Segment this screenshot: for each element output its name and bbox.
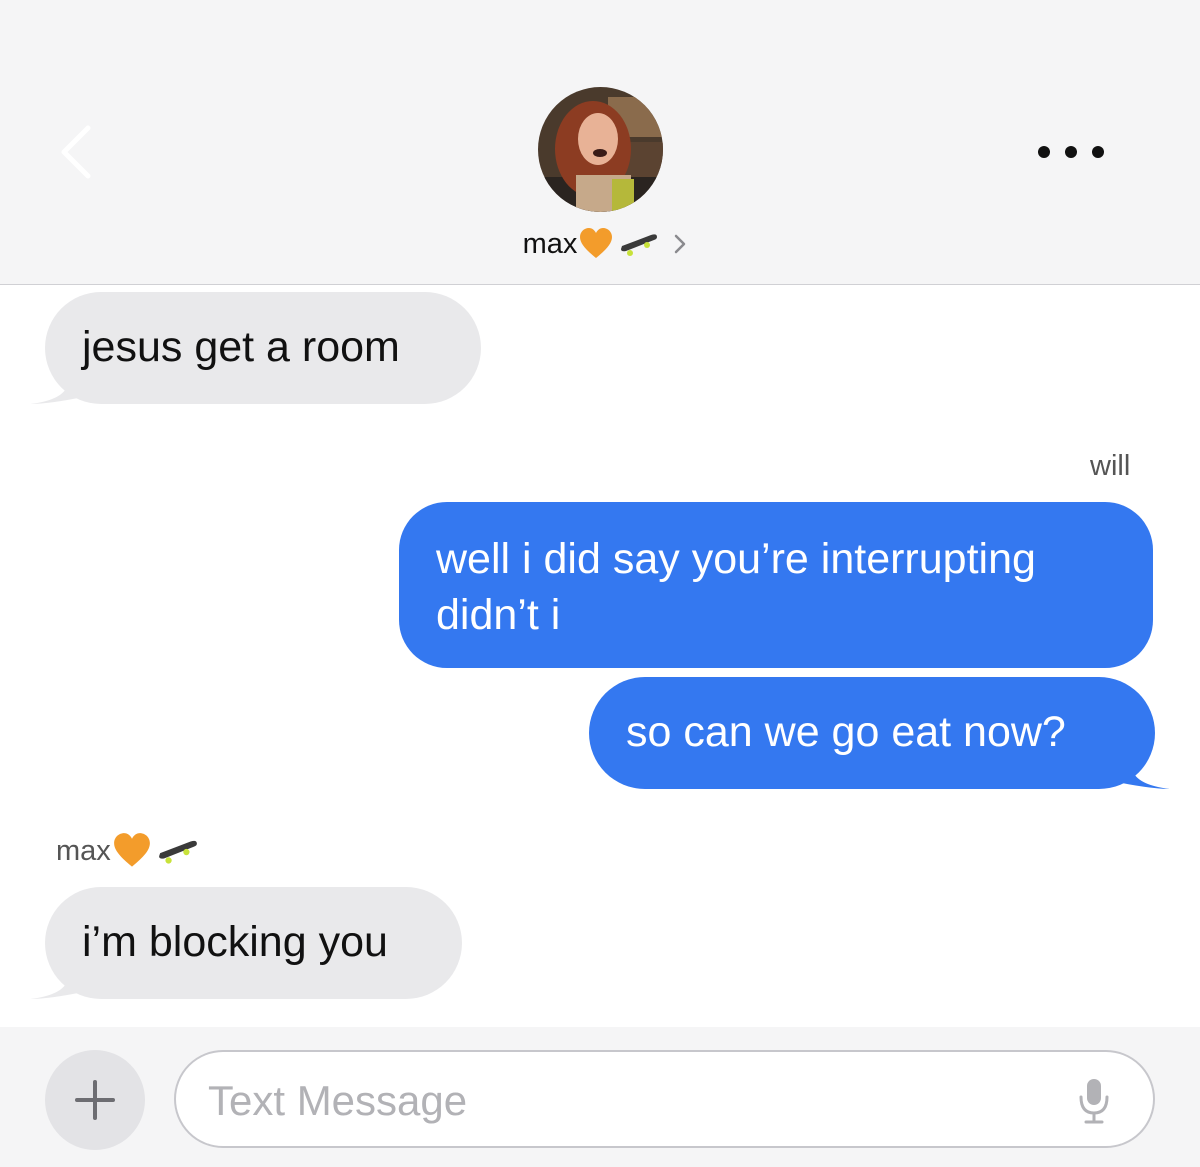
- message-bubble-outgoing[interactable]: so can we go eat now?: [589, 677, 1155, 789]
- message-text: jesus get a room: [82, 323, 400, 371]
- plus-icon[interactable]: [45, 1050, 145, 1150]
- contact-avatar[interactable]: [538, 87, 663, 212]
- back-chevron-icon[interactable]: [58, 124, 114, 180]
- contact-name: max: [522, 227, 578, 260]
- microphone-icon[interactable]: [1076, 1077, 1112, 1125]
- message-bubble-incoming[interactable]: jesus get a room: [45, 292, 481, 404]
- orange-heart-icon: [580, 228, 613, 258]
- contact-title[interactable]: max: [0, 224, 1200, 264]
- more-icon[interactable]: [1038, 140, 1104, 164]
- message-text: so can we go eat now?: [626, 708, 1066, 756]
- message-text: well i did say you’re interrupting didn’…: [436, 535, 1036, 639]
- skateboard-icon: [621, 234, 658, 256]
- message-input-field[interactable]: [174, 1050, 1155, 1148]
- message-bubble-outgoing[interactable]: well i did say you’re interrupting didn’…: [399, 502, 1153, 668]
- sender-label: will: [1090, 450, 1131, 482]
- message-text: i’m blocking you: [82, 918, 388, 966]
- skateboard-icon: [158, 840, 197, 864]
- conversation-header: max: [0, 0, 1200, 285]
- message-bubble-incoming[interactable]: i’m blocking you: [45, 887, 462, 999]
- message-input[interactable]: [208, 1074, 1048, 1128]
- orange-heart-icon: [113, 833, 150, 867]
- chevron-right-icon: [675, 234, 686, 254]
- sender-label: max: [56, 832, 199, 870]
